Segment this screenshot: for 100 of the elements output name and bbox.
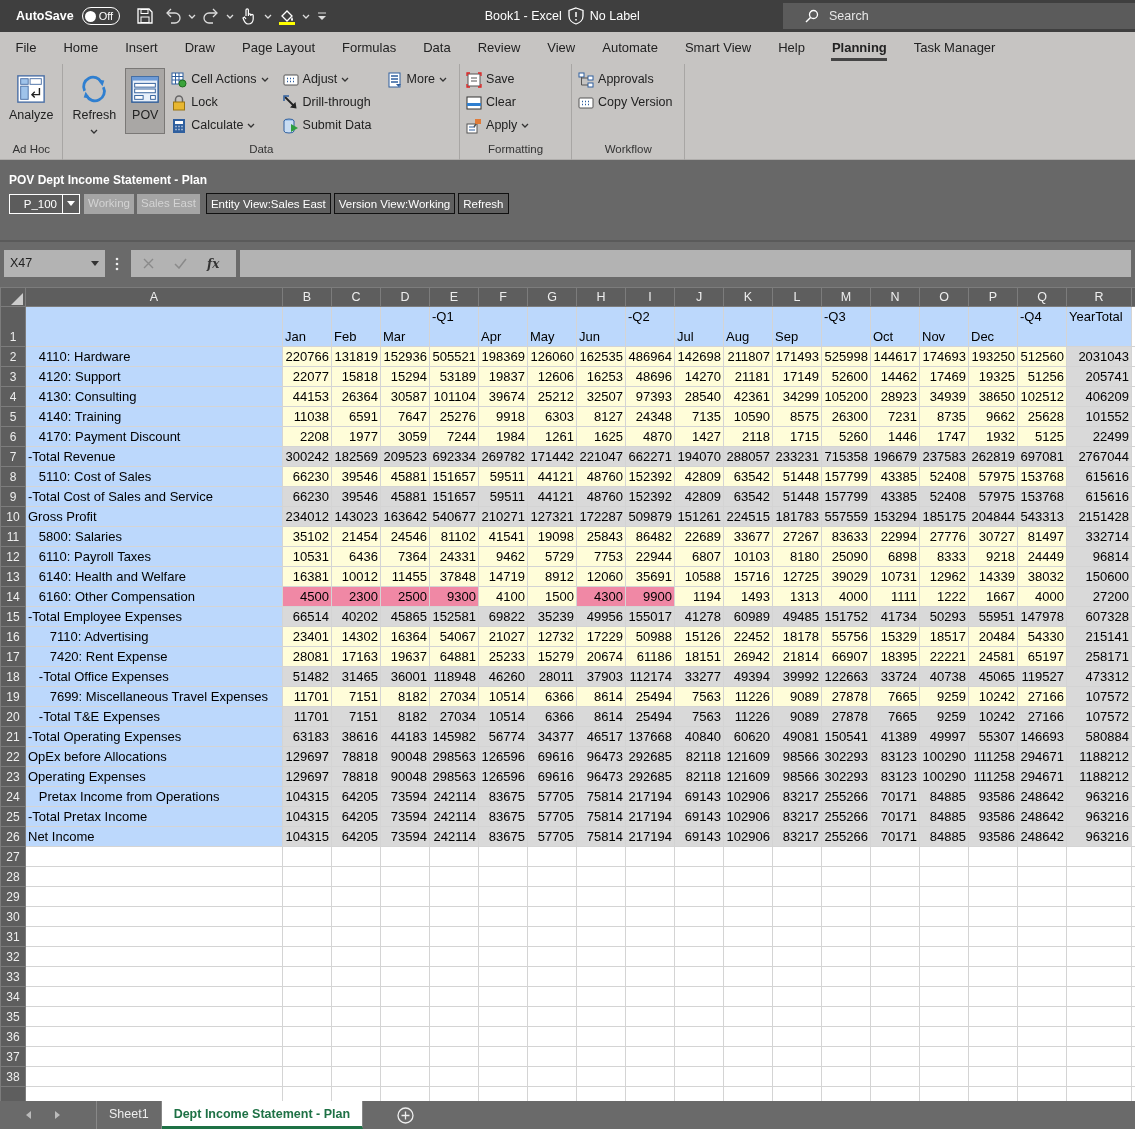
ribbon-tab[interactable]: Review	[464, 32, 534, 64]
check-icon[interactable]	[174, 258, 187, 269]
row-number[interactable]: 30	[0, 906, 26, 927]
column-letter[interactable]: J	[674, 287, 724, 307]
ribbon-button[interactable]: Adjust	[280, 68, 352, 91]
column-letter[interactable]: C	[331, 287, 381, 307]
name-box[interactable]: X47	[4, 250, 105, 277]
ribbon-tab[interactable]: Data	[409, 32, 465, 64]
sheet-tab[interactable]: Dept Income Statement - Plan	[161, 1101, 364, 1129]
ribbon-button[interactable]: Apply	[464, 114, 532, 137]
row-number[interactable]: 9	[0, 486, 26, 507]
row-number[interactable]: 22	[0, 746, 26, 767]
ribbon-button[interactable]: More	[384, 68, 450, 91]
ribbon-tab[interactable]: Automate	[588, 32, 672, 64]
column-letter[interactable]: I	[625, 287, 675, 307]
row-number[interactable]: 28	[0, 866, 26, 887]
more-icon[interactable]	[115, 257, 119, 271]
ribbon-tab[interactable]: File	[2, 32, 50, 64]
customize-icon[interactable]	[315, 10, 328, 22]
row-number[interactable]: 3	[0, 366, 26, 387]
function-button[interactable]: fx	[207, 254, 220, 273]
save-icon[interactable]	[135, 7, 154, 25]
row-number[interactable]: 6	[0, 426, 26, 447]
column-letter[interactable]: H	[576, 287, 626, 307]
ribbon-button[interactable]: Clear	[464, 91, 518, 114]
ribbon-tab[interactable]: Home	[49, 32, 112, 64]
row-number[interactable]: 27	[0, 846, 26, 867]
row-number[interactable]: 14	[0, 586, 26, 607]
sensitivity-label[interactable]: No Label	[589, 6, 640, 26]
ribbon-tab[interactable]: View	[533, 32, 589, 64]
scroll-right-icon[interactable]	[54, 1111, 60, 1119]
column-letter[interactable]: E	[429, 287, 479, 307]
row-number[interactable]: 38	[0, 1066, 26, 1087]
row-number[interactable]: 16	[0, 626, 26, 647]
row-number[interactable]: 21	[0, 726, 26, 747]
row-number[interactable]: 29	[0, 886, 26, 907]
column-letter[interactable]: D	[380, 287, 430, 307]
dropdown[interactable]: P_100	[9, 193, 80, 214]
row-number[interactable]: 11	[0, 526, 26, 547]
row-number[interactable]: 26	[0, 826, 26, 847]
column-letter[interactable]: O	[919, 287, 969, 307]
ribbon-tab[interactable]: Task Manager	[900, 32, 1009, 64]
ribbon-tab[interactable]: Help	[764, 32, 819, 64]
row-number[interactable]: 31	[0, 926, 26, 947]
ribbon-button[interactable]: Drill-through	[280, 91, 373, 114]
caret-icon[interactable]	[91, 261, 99, 266]
row-number[interactable]: 34	[0, 986, 26, 1007]
ribbon-button[interactable]: Submit Data	[280, 114, 374, 137]
panel-button[interactable]: Version View:Working	[333, 193, 456, 214]
ribbon-tab[interactable]: Smart View	[671, 32, 765, 64]
column-letter[interactable]: G	[527, 287, 577, 307]
row-number[interactable]: 7	[0, 446, 26, 467]
row-number[interactable]: 4	[0, 386, 26, 407]
row-number[interactable]: 20	[0, 706, 26, 727]
column-letter[interactable]: Q	[1017, 287, 1067, 307]
row-number[interactable]: 33	[0, 966, 26, 987]
row-number[interactable]: 1	[0, 306, 26, 347]
ribbon-tab[interactable]: Page Layout	[228, 32, 329, 64]
column-letter[interactable]: R	[1066, 287, 1132, 307]
ribbon-tab[interactable]: Insert	[111, 32, 172, 64]
row-number[interactable]: 13	[0, 566, 26, 587]
ribbon-button[interactable]: Analyze	[4, 68, 59, 134]
scroll-left-icon[interactable]	[26, 1111, 32, 1119]
row-number[interactable]: 25	[0, 806, 26, 827]
row-number[interactable]: 19	[0, 686, 26, 707]
ribbon-button[interactable]: POV	[125, 68, 166, 134]
ribbon-tab[interactable]: Planning	[818, 32, 901, 64]
row-number[interactable]: 10	[0, 506, 26, 527]
row-number[interactable]: 8	[0, 466, 26, 487]
column-letter[interactable]: F	[478, 287, 528, 307]
ribbon-button[interactable]: Save	[464, 68, 517, 91]
redo-icon[interactable]	[201, 7, 220, 25]
row-number[interactable]: 32	[0, 946, 26, 967]
row-number[interactable]: 2	[0, 346, 26, 367]
column-letter[interactable]: M	[821, 287, 871, 307]
ribbon-button[interactable]: Lock	[169, 91, 220, 114]
row-number[interactable]: 15	[0, 606, 26, 627]
row-number[interactable]: 17	[0, 646, 26, 667]
ribbon-tab[interactable]: Draw	[171, 32, 229, 64]
column-letter[interactable]: P	[968, 287, 1018, 307]
panel-button[interactable]: Refresh	[458, 193, 509, 214]
ribbon-button[interactable]: Approvals	[576, 68, 656, 91]
column-letter[interactable]: B	[282, 287, 332, 307]
ribbon-button[interactable]: Calculate	[169, 114, 258, 137]
column-letter[interactable]: L	[772, 287, 822, 307]
column-letter[interactable]: K	[723, 287, 773, 307]
add-sheet-icon[interactable]	[397, 1106, 415, 1124]
ribbon-tab[interactable]: Formulas	[328, 32, 410, 64]
row-number[interactable]: 12	[0, 546, 26, 567]
row-number[interactable]: 23	[0, 766, 26, 787]
ribbon-button[interactable]: Copy Version	[576, 91, 675, 114]
panel-button[interactable]: Entity View:Sales East	[205, 193, 331, 214]
row-number[interactable]: 24	[0, 786, 26, 807]
formula-field[interactable]	[240, 250, 1131, 277]
ribbon-button[interactable]: Refresh	[67, 68, 122, 134]
ribbon-button[interactable]: Cell Actions	[169, 68, 271, 91]
column-letter[interactable]: N	[870, 287, 920, 307]
column-letter[interactable]: A	[25, 287, 283, 307]
sheet-tab[interactable]: Sheet1	[97, 1101, 162, 1129]
row-number[interactable]: 35	[0, 1006, 26, 1027]
